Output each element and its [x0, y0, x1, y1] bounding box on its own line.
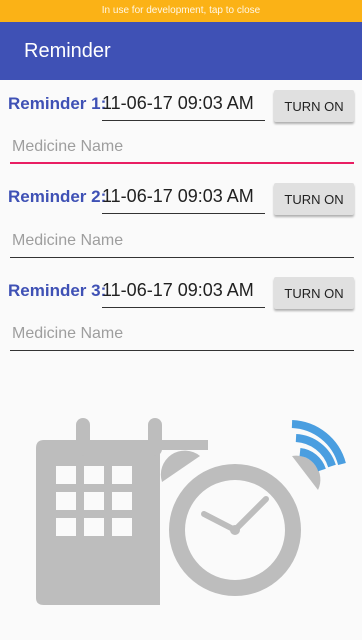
medicine-name-placeholder: Medicine Name	[12, 138, 124, 155]
reminder-label: Reminder 3:	[8, 281, 107, 300]
reminder-illustration	[36, 418, 346, 605]
app-title: Reminder	[24, 40, 111, 62]
reminder-row-1: Reminder 1: 11-06-17 09:03 AM TURN ON	[0, 87, 362, 127]
reminder-row-3: Reminder 3: 11-06-17 09:03 AM TURN ON	[0, 274, 362, 314]
reminder-datetime-field[interactable]: 11-06-17 09:03 AM	[102, 274, 265, 308]
medicine-name-input[interactable]: Medicine Name	[10, 132, 354, 164]
reminder-row-2: Reminder 2: 11-06-17 09:03 AM TURN ON	[0, 180, 362, 220]
medicine-name-placeholder: Medicine Name	[12, 232, 124, 249]
turn-on-button[interactable]: TURN ON	[274, 183, 354, 215]
medicine-name-placeholder: Medicine Name	[12, 325, 124, 342]
medicine-name-input[interactable]: Medicine Name	[10, 319, 354, 351]
alarm-clock-icon	[160, 450, 321, 602]
medicine-name-input[interactable]: Medicine Name	[10, 226, 354, 258]
reminder-label: Reminder 1:	[8, 94, 107, 113]
turn-on-button[interactable]: TURN ON	[274, 277, 354, 309]
reminder-datetime-field[interactable]: 11-06-17 09:03 AM	[102, 87, 265, 121]
reminder-label: Reminder 2:	[8, 187, 107, 206]
app-bar: Reminder	[0, 22, 362, 80]
dev-status-text: In use for development, tap to close	[101, 5, 261, 16]
dev-status-banner[interactable]: In use for development, tap to close	[0, 0, 362, 22]
reminder-datetime-field[interactable]: 11-06-17 09:03 AM	[102, 180, 265, 214]
turn-on-button[interactable]: TURN ON	[274, 90, 354, 122]
